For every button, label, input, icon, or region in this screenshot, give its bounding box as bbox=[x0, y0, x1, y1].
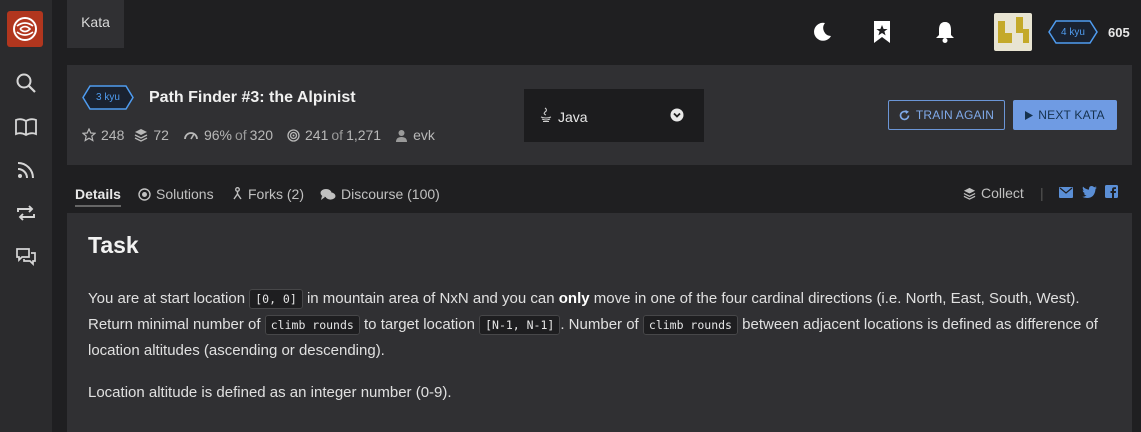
tab-forks-label: Forks (2) bbox=[248, 186, 304, 202]
facebook-icon[interactable] bbox=[1105, 185, 1118, 201]
tab-details-label: Details bbox=[75, 186, 121, 202]
text: between adjacent locations is defined as bbox=[742, 316, 1012, 333]
tab-solutions[interactable]: Solutions bbox=[138, 186, 214, 202]
satisfaction-of: of bbox=[234, 127, 247, 143]
book-icon[interactable] bbox=[13, 114, 39, 140]
kata-title: Path Finder #3: the Alpinist bbox=[149, 89, 356, 106]
kata-stats: 248 72 96% of 320 241 of 1,271 evk bbox=[82, 127, 449, 143]
text: move in one of the four cardinal directi… bbox=[593, 290, 1080, 307]
kata-tabs: Details Solutions Forks (2) Discourse (1… bbox=[67, 165, 1132, 213]
java-icon bbox=[540, 107, 552, 126]
tab-forks[interactable]: Forks (2) bbox=[232, 186, 304, 202]
attempts-count: 1,271 bbox=[346, 127, 382, 143]
code-target-location: [N-1, N-1] bbox=[479, 315, 561, 335]
train-again-label: TRAIN AGAIN bbox=[915, 108, 995, 122]
fork-icon bbox=[232, 187, 243, 201]
breadcrumb[interactable]: Kata bbox=[67, 0, 124, 48]
tab-discourse-label: Discourse (100) bbox=[341, 186, 440, 202]
text: You are at start location bbox=[88, 290, 246, 307]
user-rank-badge[interactable]: 4 kyu bbox=[1048, 20, 1098, 44]
kata-description: Task You are at start location [0, 0] in… bbox=[67, 213, 1132, 432]
code-start-location: [0, 0] bbox=[249, 289, 303, 309]
tab-discourse[interactable]: Discourse (100) bbox=[320, 186, 440, 202]
bookmark-star-icon[interactable] bbox=[868, 18, 896, 46]
next-kata-label: NEXT KATA bbox=[1038, 108, 1105, 122]
user-icon bbox=[395, 129, 408, 142]
tab-details[interactable]: Details bbox=[75, 186, 121, 207]
train-again-button[interactable]: TRAIN AGAIN bbox=[888, 100, 1005, 130]
comments-icon bbox=[320, 188, 336, 201]
satisfaction-rating: 96% bbox=[203, 127, 232, 143]
collect-label: Collect bbox=[981, 185, 1024, 201]
user-rank-label: 4 kyu bbox=[1061, 26, 1085, 38]
star-icon[interactable] bbox=[82, 128, 96, 142]
completed-count: 241 bbox=[305, 127, 329, 143]
task-heading: Task bbox=[88, 232, 139, 258]
language-select[interactable]: Java bbox=[524, 89, 704, 142]
gauge-icon bbox=[183, 129, 199, 141]
honor-score: 605 bbox=[1108, 25, 1130, 40]
play-icon bbox=[1025, 110, 1034, 120]
chevron-down-icon bbox=[670, 108, 684, 125]
target-icon bbox=[287, 128, 300, 142]
task-paragraph-2: Location altitude is defined as an integ… bbox=[88, 384, 452, 401]
stars-count: 248 bbox=[101, 127, 125, 143]
completed-of: of bbox=[331, 127, 344, 143]
target-icon bbox=[138, 187, 151, 201]
author-link[interactable]: evk bbox=[413, 127, 435, 143]
bold-text: only bbox=[558, 290, 590, 307]
code-climb-rounds: climb rounds bbox=[264, 315, 360, 335]
text: . Number of bbox=[560, 316, 639, 333]
rss-icon[interactable] bbox=[13, 157, 39, 183]
text: Return minimal number of bbox=[88, 316, 261, 333]
tab-solutions-label: Solutions bbox=[156, 186, 214, 202]
layers-icon bbox=[963, 187, 976, 200]
collect-button[interactable]: Collect bbox=[963, 185, 1024, 201]
kata-rank-label: 3 kyu bbox=[96, 92, 120, 103]
task-paragraph-1: You are at start location [0, 0] in moun… bbox=[88, 286, 1118, 363]
codewars-logo-icon[interactable] bbox=[7, 11, 43, 47]
votes-count: 320 bbox=[249, 127, 274, 143]
next-kata-button[interactable]: NEXT KATA bbox=[1013, 100, 1117, 130]
sidebar bbox=[0, 0, 52, 432]
moon-icon[interactable] bbox=[808, 18, 836, 46]
kata-header: 3 kyu Path Finder #3: the Alpinist 248 7… bbox=[67, 65, 1132, 165]
mail-icon[interactable] bbox=[1059, 185, 1073, 201]
kata-rank-badge: 3 kyu bbox=[82, 85, 134, 110]
text: in mountain area of NxN and you can bbox=[306, 290, 555, 307]
language-label: Java bbox=[558, 109, 588, 125]
code-climb-rounds: climb rounds bbox=[642, 315, 738, 335]
bell-icon[interactable] bbox=[931, 18, 959, 46]
avatar[interactable] bbox=[994, 13, 1032, 51]
twitter-icon[interactable] bbox=[1082, 185, 1097, 201]
text: to target location bbox=[364, 316, 475, 333]
chat-icon[interactable] bbox=[13, 244, 39, 270]
refresh-icon bbox=[899, 109, 910, 121]
top-bar: Kata 4 kyu 605 bbox=[52, 0, 1141, 65]
search-icon[interactable] bbox=[13, 70, 39, 96]
collections-count: 72 bbox=[153, 127, 169, 143]
repeat-icon[interactable] bbox=[13, 200, 39, 226]
divider: | bbox=[1040, 185, 1044, 201]
layers-icon[interactable] bbox=[134, 128, 148, 142]
